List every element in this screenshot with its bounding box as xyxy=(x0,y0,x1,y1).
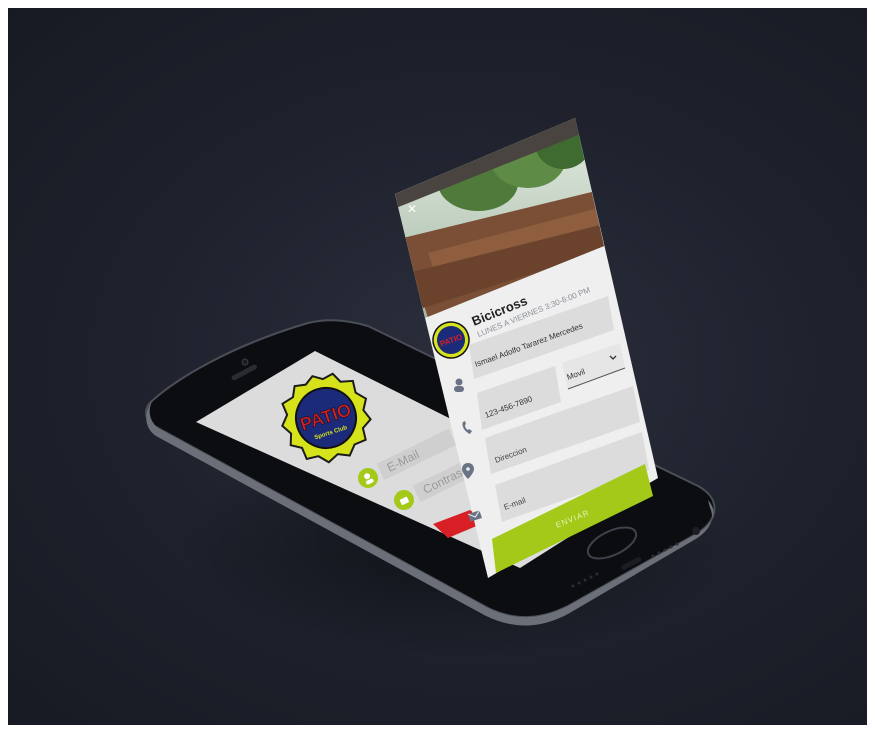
mockup-stage: PATIO Sports Club E-Mail Contraseña ✕ PA… xyxy=(8,8,867,725)
phone-camera xyxy=(241,358,249,366)
event-form-card: ✕ PATIO Bicicross LUNES A VIERNES 3:30-6… xyxy=(395,118,658,578)
close-icon[interactable]: ✕ xyxy=(407,202,417,216)
headphone-jack xyxy=(692,527,700,535)
